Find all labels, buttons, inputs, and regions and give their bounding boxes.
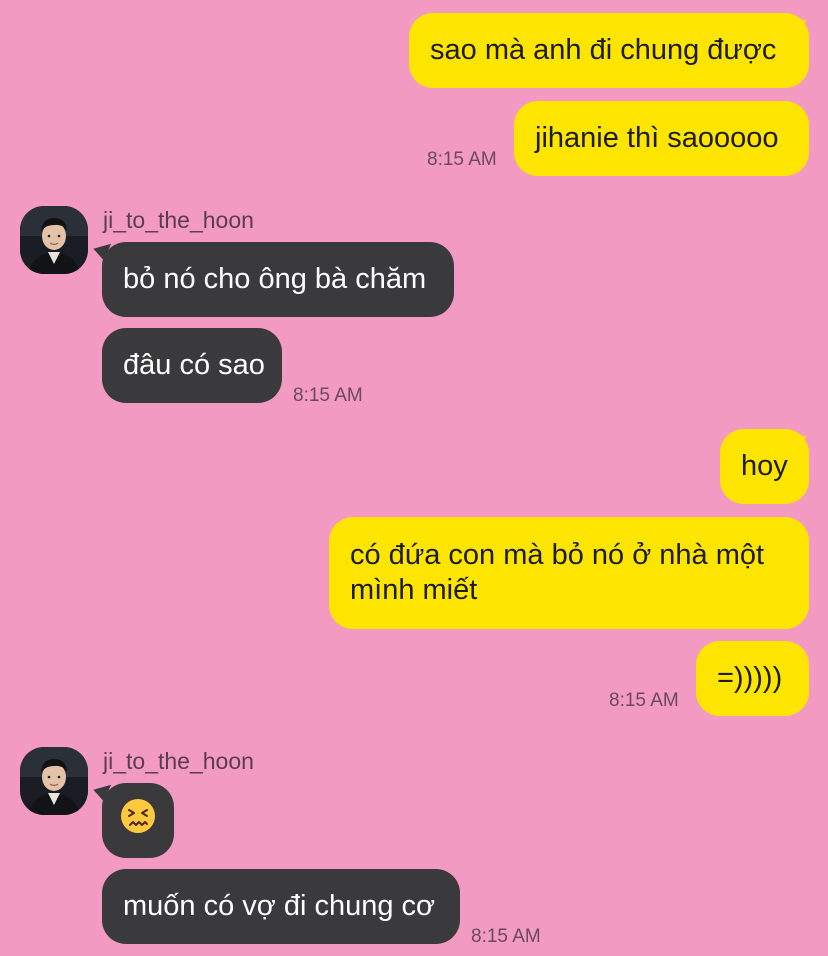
incoming-message[interactable]: muốn có vợ đi chung cơ <box>102 869 460 944</box>
avatar[interactable] <box>20 206 88 274</box>
message-timestamp: 8:15 AM <box>609 690 679 711</box>
outgoing-message[interactable]: =))))) <box>696 641 809 716</box>
message-text: bỏ nó cho ông bà chăm <box>123 263 427 295</box>
confounded-face-emoji <box>120 798 156 843</box>
outgoing-message[interactable]: jihanie thì saooooo <box>514 101 809 176</box>
incoming-message[interactable]: đâu có sao <box>102 328 282 403</box>
sender-name: ji_to_the_hoon <box>103 207 254 233</box>
message-timestamp: 8:15 AM <box>471 926 541 947</box>
message-text: sao mà anh đi chung được <box>430 34 777 66</box>
message-text: hoy <box>741 450 788 482</box>
message-text: có đứa con mà bỏ nó ở nhà một mình miết <box>350 539 765 606</box>
message-text: =))))) <box>717 662 783 694</box>
message-timestamp: 8:15 AM <box>293 385 363 406</box>
message-text: muốn có vợ đi chung cơ <box>123 890 436 922</box>
outgoing-message[interactable]: sao mà anh đi chung được <box>409 13 809 88</box>
incoming-message[interactable] <box>102 783 174 858</box>
outgoing-message[interactable]: hoy <box>720 429 809 504</box>
sender-name: ji_to_the_hoon <box>103 748 254 774</box>
message-timestamp: 8:15 AM <box>427 149 497 170</box>
outgoing-message[interactable]: có đứa con mà bỏ nó ở nhà một mình miết <box>329 517 809 629</box>
message-text: đâu có sao <box>123 349 265 381</box>
avatar[interactable] <box>20 747 88 815</box>
incoming-message[interactable]: bỏ nó cho ông bà chăm <box>102 242 454 317</box>
message-text: jihanie thì saooooo <box>535 122 779 154</box>
